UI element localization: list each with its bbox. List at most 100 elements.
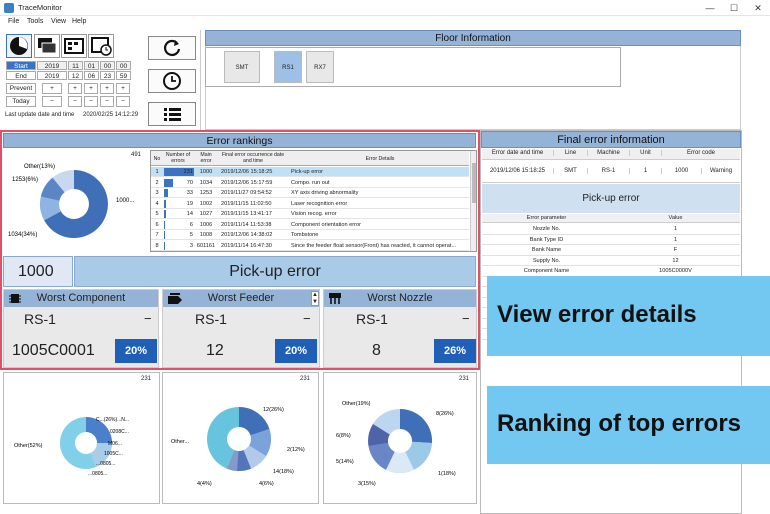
component-breakdown-total: 231: [141, 376, 152, 382]
window-title: TraceMonitor: [18, 3, 62, 12]
view-error-details-callout: View error details: [487, 276, 770, 356]
param-row: Nozzle No. 1: [482, 224, 740, 235]
table-row[interactable]: 6 6 1006 2019/11/14 11:53:38 Component orien…: [151, 220, 469, 230]
table-row[interactable]: 8 3 601161 2019/11/14 16:47:30 Since the fee…: [151, 241, 469, 251]
menu-view[interactable]: View: [51, 18, 66, 25]
header-date: Final error occurrence date and time: [221, 152, 285, 164]
plus-day-button[interactable]: +: [84, 83, 98, 94]
minus-minute-button[interactable]: −: [116, 96, 130, 107]
label-6: ...0805...: [88, 471, 107, 477]
detail-list-button[interactable]: [148, 102, 196, 126]
label-3: M06...: [108, 441, 122, 447]
worst-nozzle-panel: Worst Nozzle RS-1 − 8 26%: [323, 289, 477, 368]
row-detail: Pick-up error: [291, 169, 324, 175]
ranking-top-errors-callout: Ranking of top errors: [487, 386, 770, 464]
table-row[interactable]: 7 5 1008 2019/12/06 14:38:02 Tombstone: [151, 230, 469, 240]
ranking-view-button[interactable]: [6, 34, 32, 58]
label-3: 3(15%): [358, 481, 376, 487]
start-month[interactable]: 11: [68, 61, 83, 70]
worst-component-dash: −: [144, 311, 152, 326]
worst-component-title: Worst Component: [4, 290, 158, 307]
maximize-button[interactable]: ☐: [724, 2, 744, 14]
minus-year-button[interactable]: −: [42, 96, 62, 107]
label-1: C...(26%)...N...: [96, 417, 129, 423]
minus-hour-button[interactable]: −: [100, 96, 114, 107]
floor-info-title: Floor Information: [205, 30, 741, 46]
start-year[interactable]: 2019: [37, 61, 67, 70]
row-count: 33: [186, 190, 193, 196]
close-button[interactable]: ✕: [748, 2, 768, 14]
row-detail: Tombstone: [291, 232, 319, 238]
worst-nozzle-percent: 26%: [434, 339, 476, 363]
map-view-button[interactable]: [61, 34, 87, 58]
feeder-breakdown-total: 231: [300, 376, 311, 382]
header-machine: Machine: [588, 150, 630, 156]
plus-hour-button[interactable]: +: [100, 83, 114, 94]
label-5: ...0805...: [96, 461, 115, 467]
label-8: 8(26%): [436, 411, 454, 417]
final-error-unit: 1: [630, 168, 662, 174]
today-button[interactable]: Today: [6, 96, 36, 107]
end-year[interactable]: 2019: [37, 71, 67, 80]
end-day[interactable]: 06: [84, 71, 99, 80]
floor-machine-rs1[interactable]: RS1: [274, 51, 302, 83]
param-header-value: Value: [668, 215, 683, 221]
menu-file[interactable]: File: [8, 18, 19, 25]
plus-month-button[interactable]: +: [68, 83, 82, 94]
menu-help[interactable]: Help: [72, 18, 86, 25]
component-breakdown-donut: Other(52%) C...(26%)...N... 0208C... M06…: [14, 417, 129, 477]
plus-year-button[interactable]: +: [42, 83, 62, 94]
row-code: 1253: [199, 190, 213, 196]
row-no: 3: [155, 190, 159, 196]
donut-label-other: Other(13%): [24, 164, 55, 170]
row-code: 1034: [199, 179, 213, 186]
minus-day-button[interactable]: −: [84, 96, 98, 107]
previous-button[interactable]: Prevent: [6, 83, 36, 94]
refresh-button[interactable]: [148, 36, 196, 60]
menu-bar: File Tools View Help: [0, 16, 770, 29]
menu-tools[interactable]: Tools: [27, 18, 43, 25]
donut-label-1253: 1253(6%): [12, 177, 38, 183]
calendar-clock-icon: [91, 37, 112, 56]
row-no: 5: [155, 211, 159, 217]
end-month[interactable]: 12: [68, 71, 83, 80]
table-row[interactable]: 3 33 1253 2019/11/27 09:54:52 XY axis drivin…: [151, 188, 469, 198]
row-date: 2019/11/15 11:02:50: [221, 200, 272, 207]
row-date: 2019/11/15 13:41:17: [221, 211, 272, 217]
label-2: 0208C...: [110, 429, 129, 435]
feeder-scroll-button[interactable]: ▲ ▼: [311, 291, 319, 306]
start-hour[interactable]: 00: [100, 61, 115, 70]
row-detail: Component orientation error: [291, 221, 361, 228]
minimize-button[interactable]: —: [700, 2, 720, 14]
minus-month-button[interactable]: −: [68, 96, 82, 107]
start-day[interactable]: 01: [84, 61, 99, 70]
table-row[interactable]: 1 231 1000 2019/12/06 15:18:25 Pick-up error: [151, 167, 469, 177]
plus-minute-button[interactable]: +: [116, 83, 130, 94]
header-unit: Unit: [630, 150, 662, 156]
param-name: Bank Name: [531, 247, 562, 253]
floor-machine-smt[interactable]: SMT: [224, 51, 260, 83]
label-other: Other(19%): [342, 401, 371, 407]
label-1: 1(18%): [438, 471, 456, 477]
row-no: 2: [155, 179, 159, 186]
label-other: Other(52%): [14, 443, 43, 449]
floor-machine-rx7[interactable]: RX7: [306, 51, 334, 83]
param-name: Bank Type ID: [529, 236, 564, 243]
worst-feeder-dash: −: [303, 311, 311, 326]
history-view-button[interactable]: [88, 34, 114, 58]
table-row[interactable]: 2 70 1034 2019/12/06 15:17:59 Compo. run out: [151, 178, 469, 188]
row-code: 1000: [199, 169, 213, 175]
table-header: No Number of errors Main error Final err…: [151, 151, 469, 166]
scrollbar-thumb[interactable]: [472, 163, 476, 203]
table-scrollbar[interactable]: [470, 151, 476, 251]
selected-error-name: Pick-up error: [74, 256, 476, 287]
table-row[interactable]: 5 14 1027 2019/11/15 13:41:17 Vision recog. …: [151, 209, 469, 219]
end-hour[interactable]: 23: [100, 71, 115, 80]
list-view-button[interactable]: [34, 34, 60, 58]
schedule-button[interactable]: [148, 69, 196, 93]
row-detail: Compo. run out: [291, 179, 330, 186]
end-minute[interactable]: 59: [116, 71, 131, 80]
start-minute[interactable]: 00: [116, 61, 131, 70]
final-error-line: SMT: [554, 168, 588, 174]
table-row[interactable]: 4 19 1002 2019/11/15 11:02:50 Laser recognit…: [151, 199, 469, 209]
